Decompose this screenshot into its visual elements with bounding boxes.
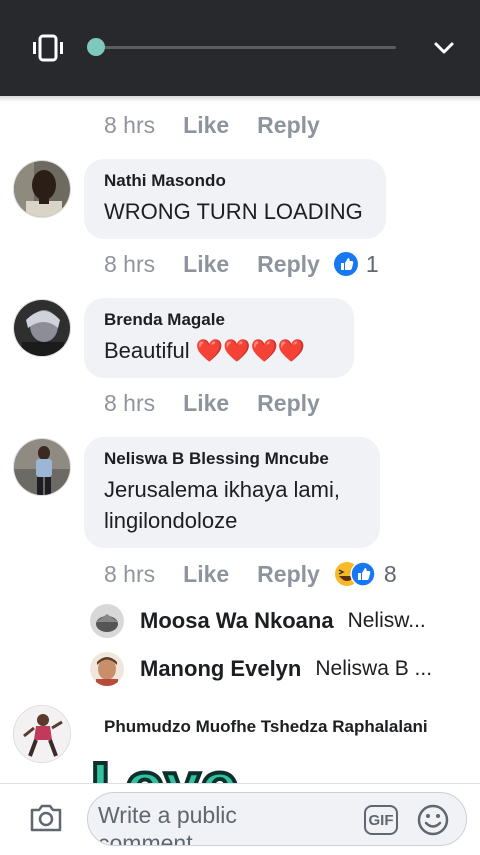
like-button[interactable]: Like [183,561,229,588]
like-reaction-icon [350,561,376,587]
comment-composer: Write a public comment... GIF [0,783,480,855]
sticker: Love [88,752,248,784]
comment-author[interactable]: Phumudzo Muofhe Tshedza Raphalalani [104,717,428,737]
progress-knob[interactable] [87,38,105,56]
avatar[interactable] [13,438,71,496]
comment-bubble: Nathi Masondo WRONG TURN LOADING [84,159,386,239]
avatar[interactable] [13,299,71,357]
comment-author[interactable]: Neliswa B Blessing Mncube [104,449,360,469]
bar-shadow [0,96,480,102]
comment-placeholder[interactable]: Write a public comment... [98,801,258,845]
smiley-icon[interactable] [416,803,450,837]
comment-text: Beautiful ❤️❤️❤️❤️ [104,338,306,363]
comment-author[interactable]: Brenda Magale [104,310,334,330]
like-button[interactable]: Like [183,390,229,417]
reply-preview[interactable]: Moosa Wa Nkoana Nelisw... [90,603,470,639]
avatar[interactable] [90,604,124,638]
comment-input[interactable]: Write a public comment... GIF [87,792,467,846]
comment-time[interactable]: 8 hrs [104,561,155,588]
comment-meta: 8 hrs Like Reply 1 [104,249,379,279]
like-reaction-icon [333,252,358,276]
comment-author[interactable]: Nathi Masondo [104,171,366,191]
comment-time[interactable]: 8 hrs [104,251,155,278]
reply-author[interactable]: Moosa Wa Nkoana [140,608,334,634]
reaction-count: 1 [365,250,379,277]
avatar[interactable] [13,160,71,218]
like-button[interactable]: Like [183,251,229,278]
comment-text-line: Jerusalema ikhaya lami, [104,477,340,502]
reply-preview[interactable]: Manong Evelyn Neliswa B ... [90,651,470,687]
vibrate-icon[interactable] [30,34,66,62]
reply-preview-text: Neliswa B ... [315,657,433,680]
comment-meta: 8 hrs Like Reply [104,388,320,418]
video-control-bar [0,0,480,96]
comment-meta: 8 hrs Like Reply 8 [104,559,397,589]
comment-meta: 8 hrs Like Reply [104,110,320,140]
gif-button[interactable]: GIF [364,805,398,835]
comment-text: WRONG TURN LOADING [104,199,363,224]
reply-button[interactable]: Reply [257,561,320,588]
comment-bubble: Neliswa B Blessing Mncube Jerusalema ikh… [84,437,380,548]
reply-button[interactable]: Reply [257,390,320,417]
comment-text-line: lingilondoloze [104,508,238,533]
like-button[interactable]: Like [183,112,229,139]
comment-time[interactable]: 8 hrs [104,112,155,139]
reaction-summary[interactable]: 8 [334,561,397,588]
reply-preview-text: Nelisw... [347,609,426,632]
reaction-summary[interactable]: 1 [333,250,379,278]
reply-button[interactable]: Reply [257,251,320,278]
chevron-down-icon[interactable] [432,38,456,58]
comment-bubble: Brenda Magale Beautiful ❤️❤️❤️❤️ [84,298,354,378]
reply-button[interactable]: Reply [257,112,320,139]
sticker-text: Love [90,753,239,784]
reply-author[interactable]: Manong Evelyn [140,656,301,682]
camera-icon[interactable] [28,802,64,834]
comment-time[interactable]: 8 hrs [104,390,155,417]
avatar[interactable] [13,705,71,763]
reaction-count: 8 [383,560,397,587]
progress-track[interactable] [96,46,396,49]
avatar[interactable] [90,652,124,686]
